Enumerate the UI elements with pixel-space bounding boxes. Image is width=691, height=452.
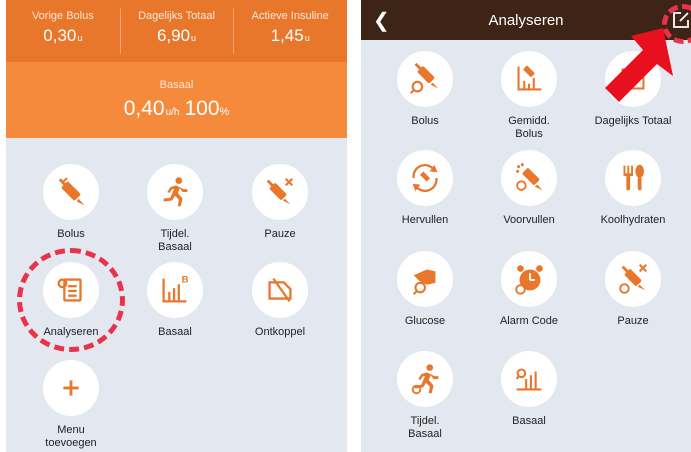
- tile-label: Alarm Code: [499, 315, 559, 327]
- tile-label: Pauze: [617, 315, 649, 327]
- tile-label: Voorvullen: [503, 214, 555, 226]
- prime-icon: [501, 150, 557, 206]
- insulin-stats-bar: Vorige Bolus 0,30u Dagelijks Totaal 6,90…: [6, 0, 347, 62]
- home-screen: Vorige Bolus 0,30u Dagelijks Totaal 6,90…: [6, 0, 347, 452]
- tile-label: Tijdel. Basaal: [408, 415, 442, 440]
- stat-previous-bolus: Vorige Bolus 0,30u: [6, 0, 120, 62]
- tile-label: Glucose: [404, 315, 446, 327]
- glucose-icon: [397, 251, 453, 307]
- menu-pause-button[interactable]: Pauze: [230, 164, 330, 241]
- analyze-refill-button[interactable]: Hervullen: [375, 150, 475, 227]
- tile-label: Bolus: [411, 115, 439, 127]
- analyze-basal-button[interactable]: Basaal: [479, 351, 579, 428]
- pointer-arrow-icon: [605, 28, 673, 102]
- analyze-average-bolus-button[interactable]: Gemidd. Bolus: [479, 51, 579, 141]
- menu-temp-basal-button[interactable]: Tijdel. Basaal: [125, 164, 225, 254]
- running-person-icon: [397, 351, 453, 407]
- syringe-pause-icon: [252, 164, 308, 220]
- analyze-glucose-button[interactable]: Glucose: [375, 251, 475, 328]
- tile-label: Basaal: [512, 415, 546, 427]
- tile-label: Hervullen: [401, 214, 449, 226]
- stat-label: Dagelijks Totaal: [138, 10, 215, 22]
- stat-label: Actieve Insuline: [251, 10, 329, 22]
- tile-label: Ontkoppel: [254, 326, 306, 338]
- stat-label: Vorige Bolus: [31, 10, 94, 22]
- stat-daily-total: Dagelijks Totaal 6,90u: [119, 0, 234, 62]
- refill-icon: [397, 150, 453, 206]
- stat-value: 1,45u: [270, 26, 310, 45]
- syringe-icon: [43, 164, 99, 220]
- tile-label: Pauze: [264, 228, 296, 240]
- svg-text:B: B: [182, 274, 189, 285]
- tile-label: Gemidd. Bolus: [508, 115, 550, 140]
- analyze-temp-basal-button[interactable]: Tijdel. Basaal: [375, 351, 475, 441]
- syringe-search-icon: [397, 51, 453, 107]
- analyze-prime-button[interactable]: Voorvullen: [479, 150, 579, 227]
- analyze-bolus-button[interactable]: Bolus: [375, 51, 475, 128]
- syringe-pause-icon: [605, 251, 661, 307]
- basal-label: Basaal: [159, 79, 194, 91]
- tile-label: Menu toevoegen: [45, 424, 97, 449]
- tile-label: Basaal: [158, 326, 192, 338]
- running-person-icon: [147, 164, 203, 220]
- stat-active-insulin: Actieve Insuline 1,45u: [233, 0, 347, 62]
- carbs-icon: [605, 150, 661, 206]
- basal-search-icon: [501, 351, 557, 407]
- stat-value: 0,30u: [43, 26, 83, 45]
- menu-disconnect-button[interactable]: Ontkoppel: [230, 262, 330, 339]
- stat-value: 6,90u: [156, 26, 197, 45]
- average-chart-icon: [501, 51, 557, 107]
- menu-basal-button[interactable]: B Basaal: [125, 262, 225, 339]
- menu-add-button[interactable]: Menu toevoegen: [21, 360, 121, 450]
- basal-rate-panel: Basaal 0,40u/h 100%: [6, 62, 347, 138]
- analyze-pause-button[interactable]: Pauze: [583, 251, 683, 328]
- tile-label: Dagelijks Totaal: [594, 115, 672, 127]
- alarm-icon: [501, 251, 557, 307]
- highlight-circle: [17, 248, 125, 352]
- disconnect-icon: [252, 262, 308, 318]
- tile-label: Bolus: [57, 228, 85, 240]
- analyze-carbs-button[interactable]: Koolhydraten: [583, 150, 683, 227]
- menu-bolus-button[interactable]: Bolus: [21, 164, 121, 241]
- tile-label: Koolhydraten: [600, 214, 666, 226]
- tile-label: Tijdel. Basaal: [158, 228, 192, 253]
- plus-icon: [43, 360, 99, 416]
- basal-value: 0,40u/h 100%: [123, 97, 230, 120]
- analyze-alarm-code-button[interactable]: Alarm Code: [479, 251, 579, 328]
- basal-chart-icon: B: [147, 262, 203, 318]
